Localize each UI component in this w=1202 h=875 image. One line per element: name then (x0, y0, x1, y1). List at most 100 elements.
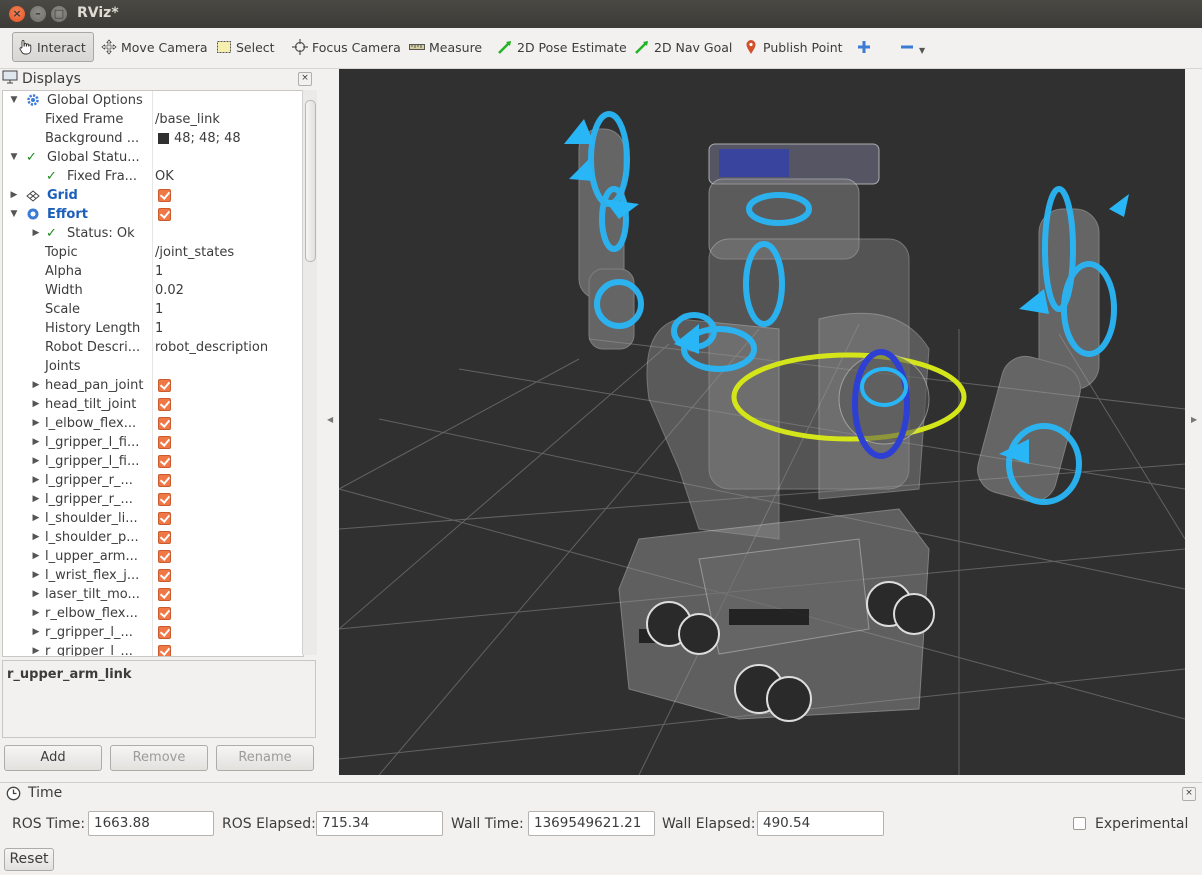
tree-row-joint[interactable]: ▶ r_gripper_l_... (3, 642, 303, 656)
move-camera-tool-button[interactable]: Move Camera (101, 32, 208, 62)
experimental-checkbox[interactable] (1073, 817, 1086, 830)
tree-value[interactable]: /base_link (155, 110, 220, 129)
enabled-checkbox[interactable] (158, 208, 171, 221)
2d-pose-estimate-tool-button[interactable]: 2D Pose Estimate (497, 32, 627, 62)
publish-point-tool-button[interactable]: Publish Point (743, 32, 843, 62)
tree-row-joint[interactable]: ▶ l_gripper_r_... (3, 490, 303, 509)
expand-arrow-icon[interactable]: ▶ (31, 528, 41, 547)
tree-value[interactable]: 48; 48; 48 (174, 129, 241, 148)
tree-row-global-options[interactable]: ▼ Global Options (3, 91, 303, 110)
color-swatch[interactable] (158, 133, 169, 144)
tree-row-joint[interactable]: ▶ head_tilt_joint (3, 395, 303, 414)
expand-arrow-icon[interactable]: ▶ (31, 452, 41, 471)
enabled-checkbox[interactable] (158, 607, 171, 620)
tree-scrollbar[interactable] (302, 90, 317, 655)
tree-row-joint[interactable]: ▶ l_shoulder_p... (3, 528, 303, 547)
add-tool-button[interactable] (856, 32, 876, 62)
window-close-button[interactable]: × (9, 6, 25, 22)
close-icon[interactable]: × (298, 72, 312, 86)
expand-arrow-icon[interactable]: ▶ (31, 395, 41, 414)
tree-row-background[interactable]: Background ... 48; 48; 48 (3, 129, 303, 148)
tree-row-status-ok[interactable]: ▶ ✓ Status: Ok (3, 224, 303, 243)
tree-row-width[interactable]: Width 0.02 (3, 281, 303, 300)
expand-arrow-icon[interactable]: ▶ (31, 623, 41, 642)
measure-tool-button[interactable]: Measure (409, 32, 482, 62)
tree-row-joint[interactable]: ▶ l_upper_arm... (3, 547, 303, 566)
chevron-down-icon[interactable]: ▼ (919, 46, 925, 55)
enabled-checkbox[interactable] (158, 550, 171, 563)
enabled-checkbox[interactable] (158, 455, 171, 468)
tree-row-joint[interactable]: ▶ head_pan_joint (3, 376, 303, 395)
tree-row-grid[interactable]: ▶ Grid (3, 186, 303, 205)
expand-arrow-icon[interactable]: ▶ (31, 547, 41, 566)
tree-row-joint[interactable]: ▶ l_wrist_flex_j... (3, 566, 303, 585)
tree-row-joints[interactable]: Joints (3, 357, 303, 376)
tree-row-joint[interactable]: ▶ l_gripper_l_fi... (3, 433, 303, 452)
tree-row-fixed-frame[interactable]: Fixed Frame /base_link (3, 110, 303, 129)
expand-arrow-icon[interactable]: ▶ (31, 509, 41, 528)
tree-row-joint[interactable]: ▶ l_elbow_flex... (3, 414, 303, 433)
close-icon[interactable]: × (1182, 787, 1196, 801)
expand-arrow-icon[interactable]: ▶ (31, 566, 41, 585)
window-maximize-button[interactable]: □ (51, 6, 67, 22)
tree-value[interactable]: robot_description (155, 338, 268, 357)
expand-arrow-icon[interactable]: ▼ (9, 148, 19, 167)
collapse-right-arrow-icon[interactable]: ▶ (1191, 415, 1197, 424)
tree-value[interactable]: 1 (155, 262, 163, 281)
enabled-checkbox[interactable] (158, 398, 171, 411)
focus-camera-tool-button[interactable]: Focus Camera (292, 32, 401, 62)
select-tool-button[interactable]: Select (216, 32, 275, 62)
scrollbar-thumb[interactable] (305, 100, 316, 262)
remove-tool-button[interactable]: ▼ (899, 32, 925, 62)
tree-row-joint[interactable]: ▶ l_gripper_l_fi... (3, 452, 303, 471)
tree-row-joint[interactable]: ▶ r_gripper_l_... (3, 623, 303, 642)
rename-button[interactable]: Rename (216, 745, 314, 771)
enabled-checkbox[interactable] (158, 626, 171, 639)
3d-render-viewport[interactable] (339, 69, 1185, 775)
enabled-checkbox[interactable] (158, 588, 171, 601)
2d-nav-goal-tool-button[interactable]: 2D Nav Goal (634, 32, 732, 62)
enabled-checkbox[interactable] (158, 474, 171, 487)
collapse-left-arrow-icon[interactable]: ◀ (327, 415, 333, 424)
tree-row-alpha[interactable]: Alpha 1 (3, 262, 303, 281)
enabled-checkbox[interactable] (158, 569, 171, 582)
tree-row-joint[interactable]: ▶ laser_tilt_mo... (3, 585, 303, 604)
enabled-checkbox[interactable] (158, 493, 171, 506)
ros-elapsed-field[interactable]: 715.34 (316, 811, 443, 836)
expand-arrow-icon[interactable]: ▶ (31, 585, 41, 604)
tree-value[interactable]: 0.02 (155, 281, 184, 300)
enabled-checkbox[interactable] (158, 417, 171, 430)
displays-tree[interactable]: ▼ Global Options Fixed Frame /base_link … (2, 90, 304, 657)
interact-tool-button[interactable]: Interact (12, 32, 94, 62)
ros-time-field[interactable]: 1663.88 (88, 811, 214, 836)
expand-arrow-icon[interactable]: ▶ (31, 471, 41, 490)
expand-arrow-icon[interactable]: ▶ (31, 642, 41, 656)
tree-value[interactable]: /joint_states (155, 243, 234, 262)
tree-row-effort[interactable]: ▼ Effort (3, 205, 303, 224)
expand-arrow-icon[interactable]: ▼ (9, 205, 19, 224)
wall-time-field[interactable]: 1369549621.21 (528, 811, 655, 836)
enabled-checkbox[interactable] (158, 645, 171, 656)
remove-button[interactable]: Remove (110, 745, 208, 771)
tree-row-robot-description[interactable]: Robot Descri... robot_description (3, 338, 303, 357)
tree-row-joint[interactable]: ▶ r_elbow_flex... (3, 604, 303, 623)
expand-arrow-icon[interactable]: ▶ (9, 186, 19, 205)
expand-arrow-icon[interactable]: ▶ (31, 604, 41, 623)
tree-row-global-status[interactable]: ▼ ✓ Global Statu... (3, 148, 303, 167)
tree-row-joint[interactable]: ▶ l_shoulder_li... (3, 509, 303, 528)
window-minimize-button[interactable]: – (30, 6, 46, 22)
expand-arrow-icon[interactable]: ▼ (9, 91, 19, 110)
tree-row-fixed-frame-status[interactable]: ✓ Fixed Fra... OK (3, 167, 303, 186)
expand-arrow-icon[interactable]: ▶ (31, 376, 41, 395)
enabled-checkbox[interactable] (158, 531, 171, 544)
wall-elapsed-field[interactable]: 490.54 (757, 811, 884, 836)
enabled-checkbox[interactable] (158, 379, 171, 392)
tree-row-scale[interactable]: Scale 1 (3, 300, 303, 319)
tree-row-history-length[interactable]: History Length 1 (3, 319, 303, 338)
tree-row-topic[interactable]: Topic /joint_states (3, 243, 303, 262)
tree-row-joint[interactable]: ▶ l_gripper_r_... (3, 471, 303, 490)
enabled-checkbox[interactable] (158, 512, 171, 525)
reset-button[interactable]: Reset (4, 848, 54, 871)
tree-value[interactable]: 1 (155, 319, 163, 338)
tree-value[interactable]: 1 (155, 300, 163, 319)
